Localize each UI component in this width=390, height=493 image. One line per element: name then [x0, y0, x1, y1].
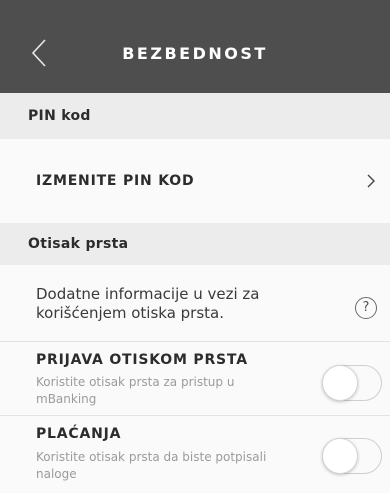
toggle-knob — [322, 365, 358, 401]
toggle-knob — [322, 438, 358, 474]
change-pin-row[interactable]: IZMENITE PIN KOD — [0, 139, 390, 223]
section-header-pin: PIN kod — [0, 93, 390, 139]
security-screen: BEZBEDNOST PIN kod IZMENITE PIN KOD Otis… — [0, 0, 390, 493]
change-pin-label: IZMENITE PIN KOD — [36, 173, 195, 189]
page-title: BEZBEDNOST — [122, 44, 268, 63]
fingerprint-payments-row: PLAĆANJA Koristite otisak prsta da biste… — [0, 416, 390, 493]
fingerprint-payments-title: PLAĆANJA — [36, 426, 122, 442]
app-header: BEZBEDNOST — [0, 0, 390, 93]
fingerprint-info-text: Dodatne informacije u vezi za korišćenje… — [36, 285, 260, 322]
fingerprint-login-row: PRIJAVA OTISKOM PRSTA Koristite otisak p… — [0, 342, 390, 415]
fingerprint-info-row: Dodatne informacije u vezi za korišćenje… — [0, 265, 390, 341]
fingerprint-login-subtitle: Koristite otisak prsta za pristup u mBan… — [36, 375, 235, 406]
fingerprint-login-toggle[interactable] — [322, 365, 382, 401]
section-header-fingerprint: Otisak prsta — [0, 223, 390, 265]
help-icon[interactable]: ? — [355, 297, 377, 319]
chevron-right-icon — [367, 174, 375, 188]
fingerprint-login-title: PRIJAVA OTISKOM PRSTA — [36, 352, 248, 368]
fingerprint-payments-toggle[interactable] — [322, 438, 382, 474]
fingerprint-payments-subtitle: Koristite otisak prsta da biste potpisal… — [36, 450, 267, 481]
